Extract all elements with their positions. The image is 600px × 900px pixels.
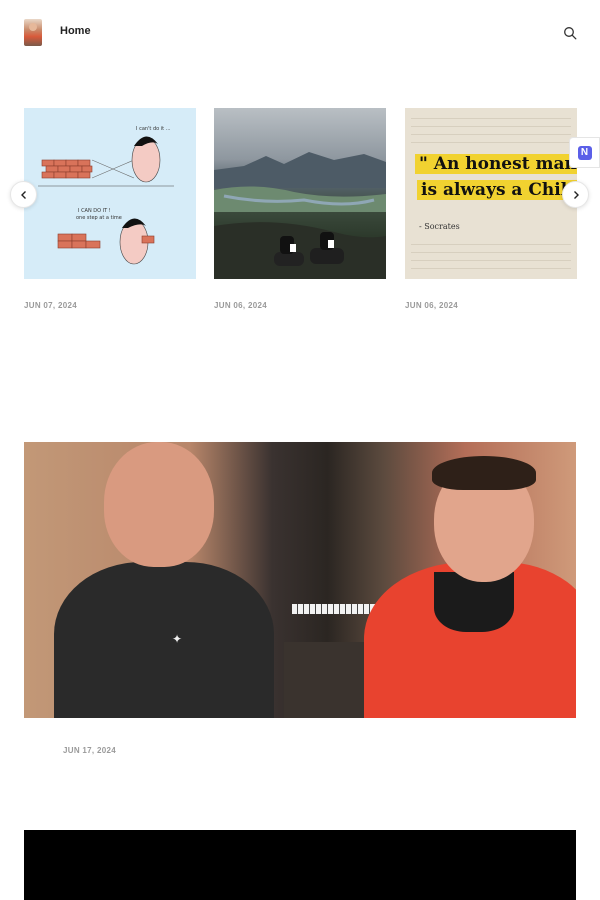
post-card[interactable]: JUN 06, 2024 [214, 108, 386, 310]
profile-photo-logo[interactable] [24, 19, 42, 46]
post-card[interactable]: I can't do it ... I CAN DO IT ! one step… [24, 108, 196, 310]
site-header: Home [0, 0, 600, 66]
quote-author: - Socrates [419, 222, 460, 231]
quote-book-image[interactable]: " An honest man is always a Child. - Soc… [405, 108, 577, 279]
carousel-prev-button[interactable] [10, 181, 37, 208]
tank-top [54, 562, 274, 718]
quote-line-1: " An honest man [415, 154, 577, 174]
landscape-drawing [214, 152, 386, 279]
post-date: JUN 06, 2024 [214, 301, 267, 310]
posts-carousel: I can't do it ... I CAN DO IT ! one step… [0, 108, 600, 323]
post-date: JUN 07, 2024 [24, 301, 77, 310]
nav-home-link[interactable]: Home [60, 25, 91, 37]
featured-post-date: JUN 17, 2024 [63, 746, 116, 755]
quote-line-2: is always a Child. [417, 180, 577, 200]
chevron-right-icon [573, 190, 579, 199]
svg-text:I can't do it ...: I can't do it ... [136, 126, 171, 132]
black-video-thumbnail[interactable] [24, 830, 576, 900]
landscape-mountain-image[interactable] [214, 108, 386, 279]
notion-icon: N [577, 145, 592, 160]
right-person-hair [432, 456, 536, 490]
keyboard-keys [292, 604, 382, 614]
chevron-left-icon [20, 190, 26, 199]
notion-badge-button[interactable]: N [569, 137, 600, 168]
comic-illustration-image[interactable]: I can't do it ... I CAN DO IT ! one step… [24, 108, 196, 279]
svg-text:I CAN DO IT !: I CAN DO IT ! [78, 208, 111, 214]
post-date: JUN 06, 2024 [405, 301, 458, 310]
carousel-next-button[interactable] [562, 181, 589, 208]
search-icon[interactable] [563, 26, 577, 40]
post-card[interactable]: " An honest man is always a Child. - Soc… [405, 108, 577, 310]
comic-drawing: I can't do it ... I CAN DO IT ! one step… [38, 126, 174, 265]
left-person-head [104, 442, 214, 567]
featured-post-image[interactable]: ✦ [24, 442, 576, 718]
svg-text:one step at a time: one step at a time [76, 215, 122, 221]
jumpman-logo-icon: ✦ [172, 632, 183, 646]
